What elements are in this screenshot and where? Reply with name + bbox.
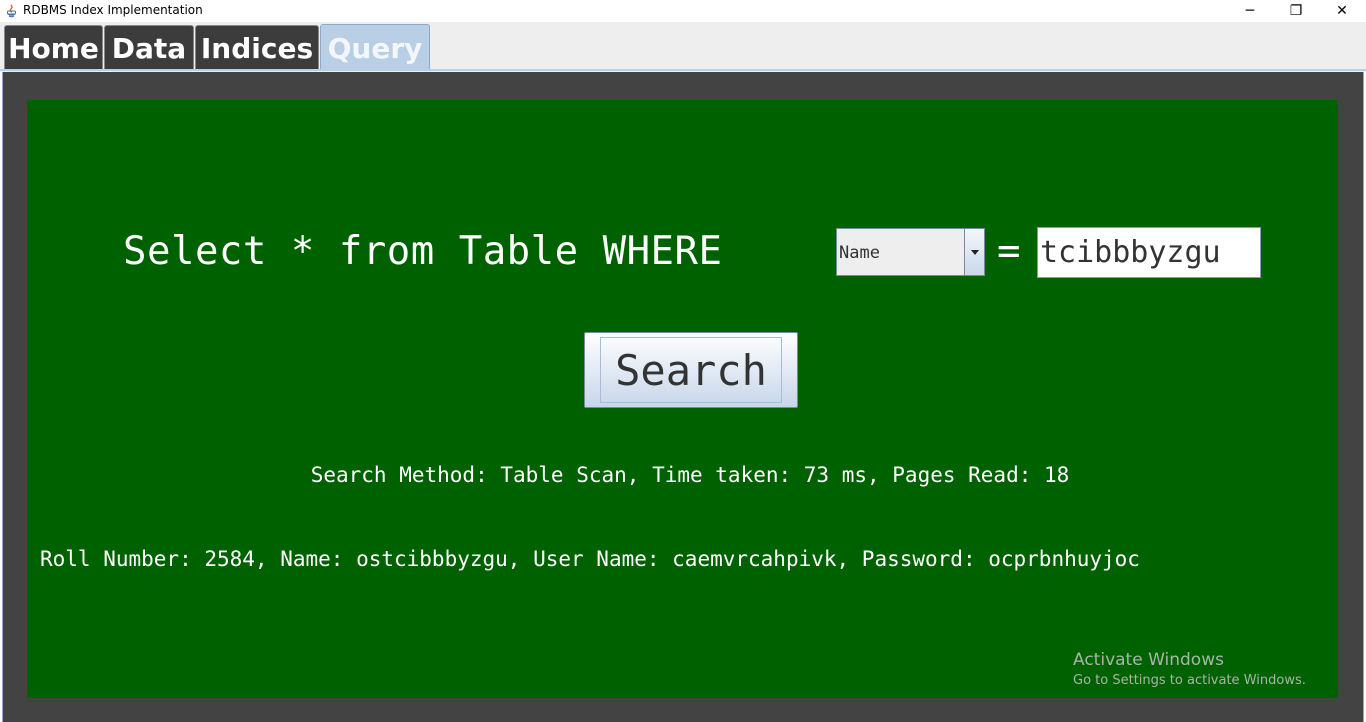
- tab-strip: Home Data Indices Query: [0, 22, 1366, 72]
- window-title: RDBMS Index Implementation: [23, 3, 203, 17]
- java-app-icon: [5, 3, 18, 18]
- tab-underline: [0, 69, 1366, 71]
- maximize-button[interactable]: ❐: [1273, 0, 1319, 22]
- tab-data[interactable]: Data: [104, 25, 194, 70]
- tab-home[interactable]: Home: [4, 25, 103, 70]
- search-button[interactable]: Search: [584, 332, 798, 408]
- watermark-title: Activate Windows: [1073, 650, 1224, 670]
- minimize-button[interactable]: ─: [1227, 0, 1273, 22]
- activate-windows-watermark: Activate Windows Go to Settings to activ…: [1073, 650, 1306, 688]
- tab-query[interactable]: Query: [320, 24, 430, 71]
- search-value-input[interactable]: [1037, 227, 1261, 278]
- tab-indices[interactable]: Indices: [195, 25, 319, 70]
- column-select[interactable]: Name: [836, 228, 985, 276]
- title-bar: RDBMS Index Implementation ─ ❐ ✕: [0, 0, 1366, 22]
- close-button[interactable]: ✕: [1319, 0, 1365, 22]
- equals-label: =: [997, 229, 1021, 274]
- chevron-down-icon[interactable]: [964, 229, 984, 275]
- column-select-value: Name: [839, 243, 880, 263]
- app-window: RDBMS Index Implementation ─ ❐ ✕ Home Da…: [0, 0, 1366, 722]
- watermark-subtitle: Go to Settings to activate Windows.: [1073, 673, 1306, 688]
- query-prefix-label: Select * from Table WHERE: [123, 229, 723, 274]
- search-status-text: Search Method: Table Scan, Time taken: 7…: [310, 463, 1070, 487]
- result-text: Roll Number: 2584, Name: ostcibbbyzgu, U…: [40, 547, 1140, 571]
- search-button-label: Search: [600, 337, 782, 403]
